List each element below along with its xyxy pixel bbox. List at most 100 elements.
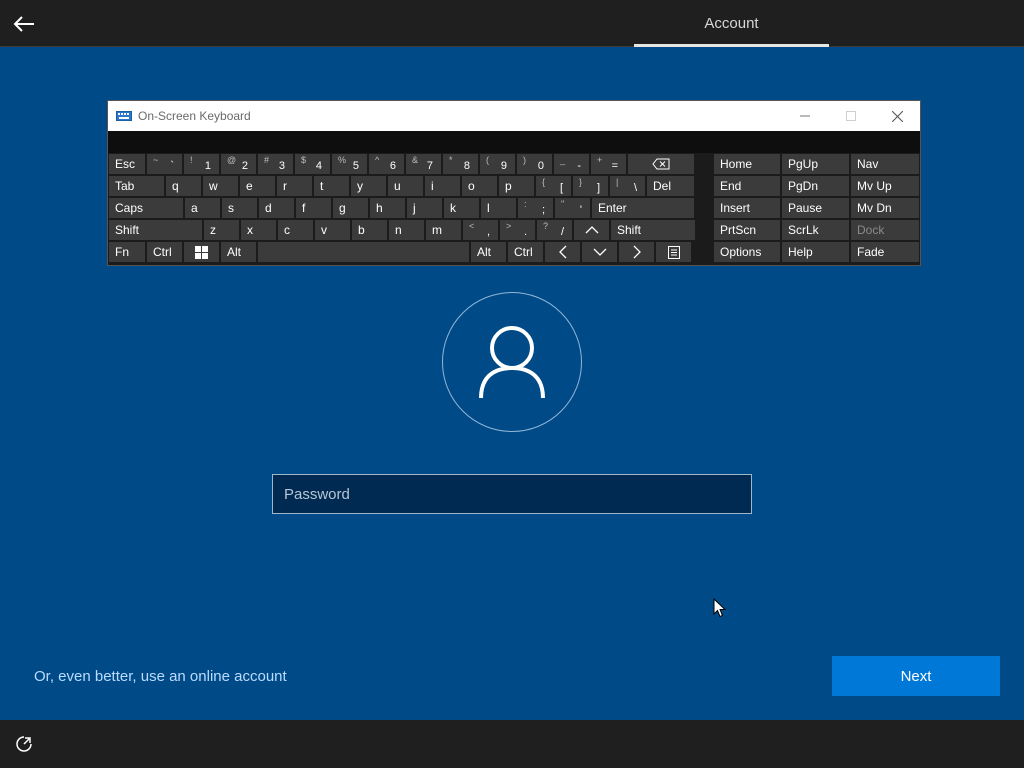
key-w[interactable]: w <box>202 175 239 197</box>
key-i[interactable]: i <box>424 175 461 197</box>
key-help[interactable]: Help <box>781 241 850 263</box>
key-q[interactable]: q <box>165 175 202 197</box>
maximize-button[interactable] <box>828 101 874 131</box>
mouse-cursor-icon <box>713 598 726 618</box>
key-dock[interactable]: Dock <box>850 219 920 241</box>
key-arrow-right[interactable] <box>618 241 655 263</box>
key-shift[interactable]: Shift <box>610 219 696 241</box>
key-d[interactable]: d <box>258 197 295 219</box>
key-g[interactable]: g <box>332 197 369 219</box>
online-account-link[interactable]: Or, even better, use an online account <box>34 668 287 685</box>
key-caps[interactable]: Caps <box>108 197 184 219</box>
key-pgup[interactable]: PgUp <box>781 153 850 175</box>
key-p[interactable]: p <box>498 175 535 197</box>
key-f[interactable]: f <box>295 197 332 219</box>
key-=[interactable]: + = <box>590 153 627 175</box>
key-n[interactable]: n <box>388 219 425 241</box>
key-menu[interactable] <box>655 241 692 263</box>
key-fn[interactable]: Fn <box>108 241 146 263</box>
key-\[interactable]: | \ <box>609 175 646 197</box>
key-t[interactable]: t <box>313 175 350 197</box>
key-a[interactable]: a <box>184 197 221 219</box>
key-k[interactable]: k <box>443 197 480 219</box>
key-label: Fn <box>115 245 130 259</box>
tab-account[interactable]: Account <box>634 0 829 47</box>
key-label: Options <box>720 245 762 259</box>
key-y[interactable]: y <box>350 175 387 197</box>
key-arrow-left[interactable] <box>544 241 581 263</box>
key-z[interactable]: z <box>203 219 240 241</box>
key-nav[interactable]: Nav <box>850 153 920 175</box>
key-prtscn[interactable]: PrtScn <box>713 219 781 241</box>
key-2[interactable]: @2 <box>220 153 257 175</box>
key-s[interactable]: s <box>221 197 258 219</box>
key-1[interactable]: ! 1 <box>183 153 220 175</box>
key-,[interactable]: <, <box>462 219 499 241</box>
key-.[interactable]: >. <box>499 219 536 241</box>
key-tab[interactable]: Tab <box>108 175 165 197</box>
key-pause[interactable]: Pause <box>781 197 850 219</box>
back-button[interactable] <box>8 8 40 40</box>
key-insert[interactable]: Insert <box>713 197 781 219</box>
key-del[interactable]: Del <box>646 175 695 197</box>
password-input[interactable] <box>272 474 752 514</box>
key-backspace[interactable] <box>627 153 695 175</box>
key-esc[interactable]: Esc <box>108 153 146 175</box>
key-v[interactable]: v <box>314 219 351 241</box>
key-ctrl[interactable]: Ctrl <box>146 241 183 263</box>
key-l[interactable]: l <box>480 197 517 219</box>
key-main-label: ] <box>596 182 600 194</box>
key-fade[interactable]: Fade <box>850 241 920 263</box>
key-label: e <box>246 179 253 193</box>
key-end[interactable]: End <box>713 175 781 197</box>
key-mv-dn[interactable]: Mv Dn <box>850 197 920 219</box>
key-alt[interactable]: Alt <box>470 241 507 263</box>
next-button[interactable]: Next <box>832 656 1000 696</box>
key-b[interactable]: b <box>351 219 388 241</box>
key-4[interactable]: $4 <box>294 153 331 175</box>
key-][interactable]: }] <box>572 175 609 197</box>
key-c[interactable]: c <box>277 219 314 241</box>
key-'[interactable]: " ' <box>554 197 591 219</box>
key-label: Home <box>720 157 753 171</box>
key-options[interactable]: Options <box>713 241 781 263</box>
key-3[interactable]: #3 <box>257 153 294 175</box>
key-label: End <box>720 179 742 193</box>
key-enter[interactable]: Enter <box>591 197 695 219</box>
key-u[interactable]: u <box>387 175 424 197</box>
key-arrow-up[interactable] <box>573 219 610 241</box>
key-6[interactable]: ^ 6 <box>368 153 405 175</box>
key-h[interactable]: h <box>369 197 406 219</box>
key-m[interactable]: m <box>425 219 462 241</box>
key-scrlk[interactable]: ScrLk <box>781 219 850 241</box>
key-j[interactable]: j <box>406 197 443 219</box>
key--[interactable]: _ - <box>553 153 590 175</box>
key-8[interactable]: * 8 <box>442 153 479 175</box>
key-ctrl[interactable]: Ctrl <box>507 241 544 263</box>
osk-title-bar[interactable]: On-Screen Keyboard <box>108 101 920 131</box>
close-button[interactable] <box>874 101 920 131</box>
ease-of-access-button[interactable] <box>12 732 36 756</box>
key-pgdn[interactable]: PgDn <box>781 175 850 197</box>
key-7[interactable]: & 7 <box>405 153 442 175</box>
key-shift[interactable]: Shift <box>108 219 203 241</box>
key-5[interactable]: % 5 <box>331 153 368 175</box>
key-[[interactable]: {[ <box>535 175 572 197</box>
key-r[interactable]: r <box>276 175 313 197</box>
key-o[interactable]: o <box>461 175 498 197</box>
key-;[interactable]: :; <box>517 197 554 219</box>
key-space[interactable] <box>257 241 470 263</box>
key-e[interactable]: e <box>239 175 276 197</box>
key-home[interactable]: Home <box>713 153 781 175</box>
top-bar: Account <box>0 0 1024 47</box>
key-alt[interactable]: Alt <box>220 241 257 263</box>
key-x[interactable]: x <box>240 219 277 241</box>
key-/[interactable]: ? / <box>536 219 573 241</box>
key-windows[interactable] <box>183 241 220 263</box>
key-0[interactable]: ) 0 <box>516 153 553 175</box>
key-`[interactable]: ~ ` <box>146 153 183 175</box>
key-9[interactable]: (9 <box>479 153 516 175</box>
key-arrow-down[interactable] <box>581 241 618 263</box>
minimize-button[interactable] <box>782 101 828 131</box>
key-mv-up[interactable]: Mv Up <box>850 175 920 197</box>
